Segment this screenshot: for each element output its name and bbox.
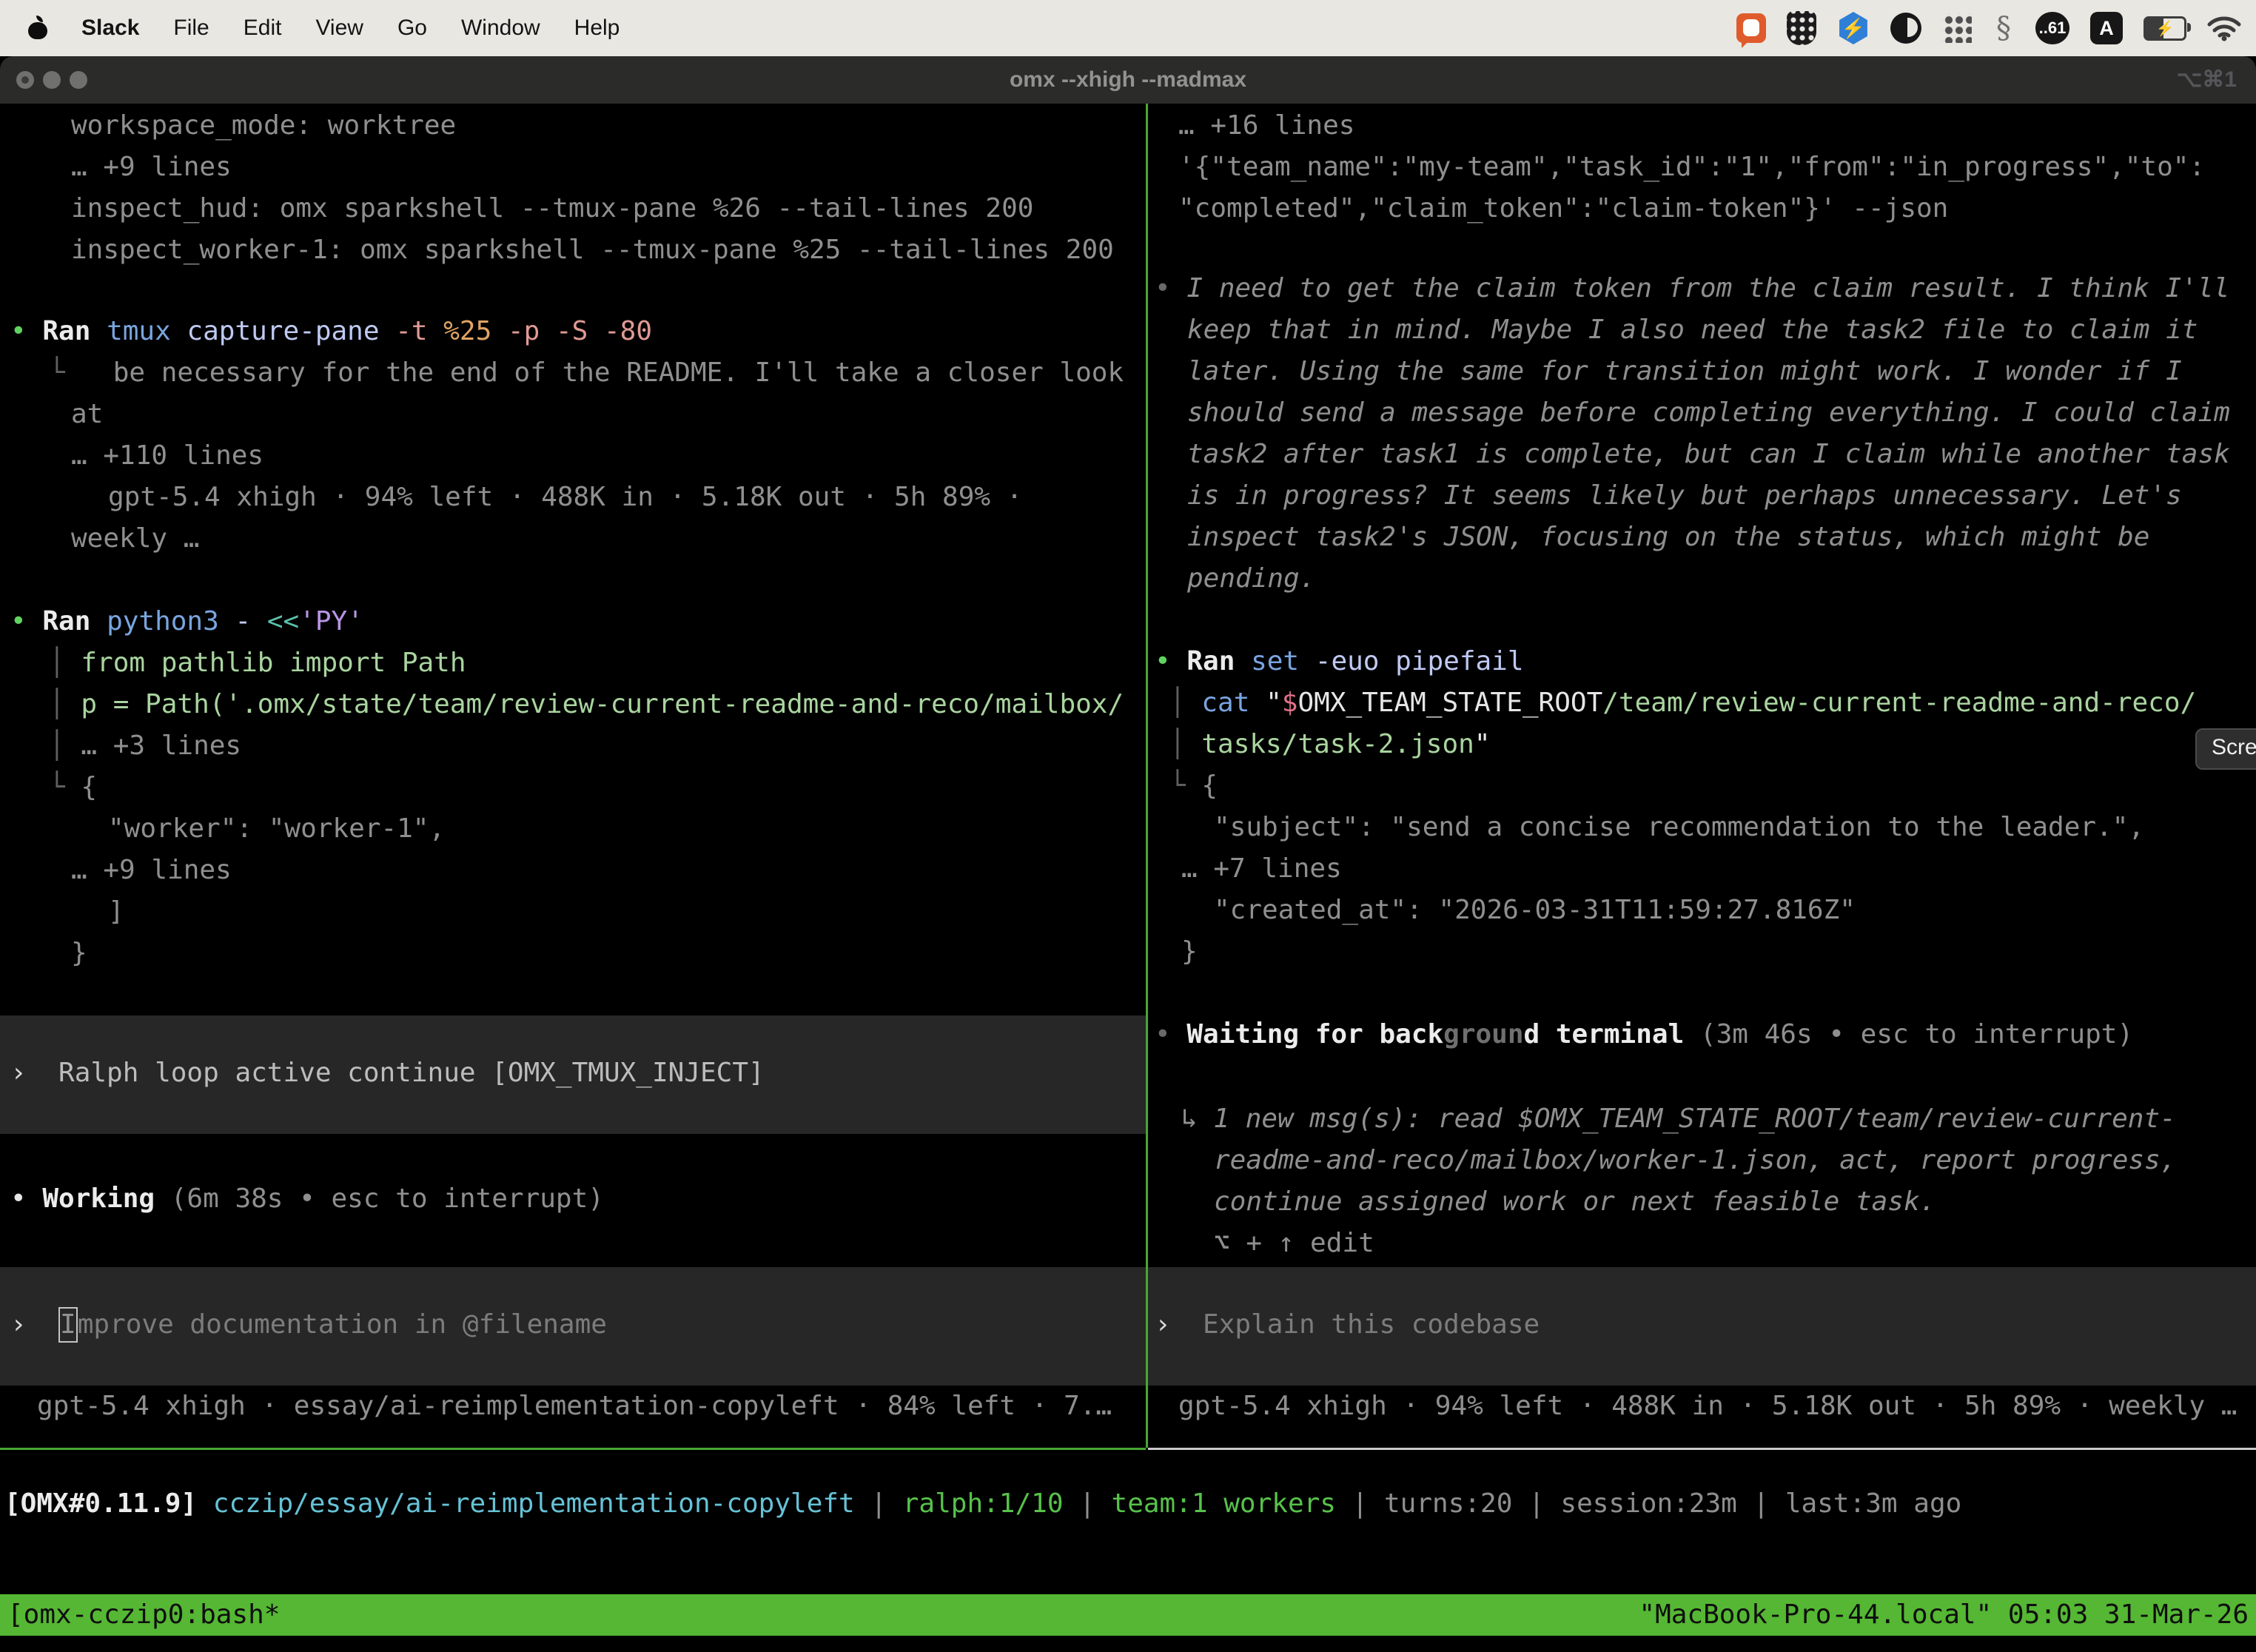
tmux-status-bar: [omx-cczip0:bash* "MacBook-Pro-44.local"… [0, 1594, 2256, 1636]
terminal-line: inspect_hud: omx sparkshell --tmux-pane … [71, 188, 1033, 229]
menu-go[interactable]: Go [397, 16, 427, 41]
menu-file[interactable]: File [173, 16, 209, 41]
terminal-line: } [71, 933, 87, 974]
terminal-line: ⌥ + ↑ edit [1214, 1223, 1374, 1264]
menu-bar-extras: ..61 A [1736, 0, 2241, 56]
terminal-line: workspace_mode: worktree [71, 105, 456, 147]
terminal-line: task2 after task1 is complete, but can I… [1187, 434, 2230, 475]
terminal-line: pending. [1187, 558, 1315, 600]
terminal-line: • Ran set -euo pipefail [1155, 641, 1524, 682]
menu-window[interactable]: Window [461, 16, 540, 41]
terminal-line: … +110 lines [71, 435, 263, 477]
terminal-line: └ { [1169, 765, 1218, 807]
tmux-session-label: [omx-cczip0:bash* [7, 1594, 280, 1636]
terminal-line: gpt-5.4 xhigh · 94% left · 488K in · 5.1… [108, 477, 1022, 518]
terminal-line: is in progress? It seems likely but perh… [1187, 475, 2182, 517]
terminal-line: │ from pathlib import Path [49, 642, 466, 684]
terminal-line: "created_at": "2026-03-31T11:59:27.816Z" [1214, 890, 1856, 931]
menu-bar: Slack File Edit View Go Window Help ..61 A [0, 0, 2256, 56]
terminal-line: … +9 lines [71, 147, 232, 188]
terminal-line: should send a message before completing … [1187, 392, 2230, 434]
terminal-line: • Waiting for background terminal (3m 46… [1155, 1014, 2133, 1055]
terminal-line: ] [108, 891, 124, 933]
terminal-line: • I need to get the claim token from the… [1155, 268, 2229, 309]
terminal-line: • Ran python3 - <<'PY' [10, 601, 363, 642]
terminal-line: inspect task2's JSON, focusing on the st… [1187, 517, 2149, 558]
menu-help[interactable]: Help [574, 16, 620, 41]
dots-grid-icon[interactable] [1942, 13, 1972, 43]
terminal-line: gpt-5.4 xhigh · 94% left · 488K in · 5.1… [1178, 1386, 2237, 1427]
terminal-line: } [1181, 931, 1198, 973]
keypad-shield-icon[interactable] [1787, 11, 1816, 45]
dark-pie-icon[interactable] [1890, 13, 1921, 44]
orange-chat-icon[interactable] [1736, 13, 1766, 43]
battery-icon[interactable] [2143, 16, 2186, 41]
apple-menu-icon[interactable] [28, 16, 47, 40]
terminal-line: │ p = Path('.omx/state/team/review-curre… [49, 684, 1124, 725]
terminal-line: … +16 lines [1178, 105, 1354, 147]
terminal-line: "worker": "worker-1", [108, 808, 445, 850]
terminal-line: keep that in mind. Maybe I also need the… [1187, 309, 2198, 351]
terminal-line: › Ralph loop active continue [OMX_TMUX_I… [10, 1052, 765, 1094]
tmux-host-time: "MacBook-Pro-44.local" 05:03 31-Mar-26 [1639, 1594, 2249, 1636]
left-pane-bottom-border [0, 1448, 1146, 1450]
app-menus: Slack File Edit View Go Window Help [81, 16, 620, 41]
badge-61-icon[interactable]: ..61 [2035, 12, 2069, 44]
menu-edit[interactable]: Edit [244, 16, 282, 41]
terminal-line: ↳ 1 new msg(s): read $OMX_TEAM_STATE_ROO… [1181, 1098, 2176, 1140]
menu-view[interactable]: View [315, 16, 363, 41]
terminal-line: … +9 lines [71, 850, 232, 891]
terminal-line: › Improve documentation in @filename [10, 1304, 607, 1346]
terminal-line: └ be necessary for the end of the README… [49, 352, 1124, 394]
terminal-line: "subject": "send a concise recommendatio… [1214, 807, 2144, 848]
terminal-line: '{"team_name":"my-team","task_id":"1","f… [1178, 147, 2205, 188]
terminal-line: • Ran tmux capture-pane -t %25 -p -S -80 [10, 311, 652, 352]
terminal-line: • Working (6m 38s • esc to interrupt) [10, 1178, 604, 1220]
wifi-icon[interactable] [2207, 15, 2241, 41]
terminal-line: › Explain this codebase [1155, 1304, 1540, 1346]
lightning-icon[interactable] [1837, 12, 1870, 44]
terminal: workspace_mode: worktree… +9 linesinspec… [0, 0, 2256, 1652]
terminal-line: later. Using the same for transition mig… [1187, 351, 2182, 392]
window-title: omx --xhigh --madmax [0, 56, 2256, 104]
terminal-line: weekly … [71, 518, 199, 560]
terminal-line: gpt-5.4 xhigh · essay/ai-reimplementatio… [37, 1386, 1112, 1427]
right-pane-bottom-border [1148, 1448, 2256, 1450]
menu-slack[interactable]: Slack [81, 16, 139, 41]
screenshot-tooltip: Scre [2195, 728, 2256, 770]
terminal-line: continue assigned work or next feasible … [1214, 1181, 1936, 1223]
terminal-line: └ { [49, 767, 97, 808]
terminal-line: │ … +3 lines [49, 725, 241, 767]
terminal-line: │ tasks/task-2.json" [1169, 724, 1491, 765]
terminal-line: "completed","claim_token":"claim-token"}… [1178, 188, 1948, 229]
pane-divider-vertical [1146, 104, 1148, 1448]
terminal-line: inspect_worker-1: omx sparkshell --tmux-… [71, 229, 1114, 271]
terminal-line: at [71, 394, 103, 435]
window-title-bar[interactable]: omx --xhigh --madmax ⌥⌘1 [0, 56, 2256, 104]
hook-icon[interactable] [1993, 11, 2015, 45]
terminal-line: … +7 lines [1181, 848, 1342, 890]
terminal-line: │ cat "$OMX_TEAM_STATE_ROOT/team/review-… [1169, 682, 2196, 724]
window-shortcut-hint: ⌥⌘1 [2177, 56, 2237, 104]
terminal-line: [OMX#0.11.9] cczip/essay/ai-reimplementa… [4, 1483, 1961, 1525]
a-key-icon[interactable]: A [2090, 12, 2123, 44]
terminal-line: readme-and-reco/mailbox/worker-1.json, a… [1214, 1140, 2176, 1181]
